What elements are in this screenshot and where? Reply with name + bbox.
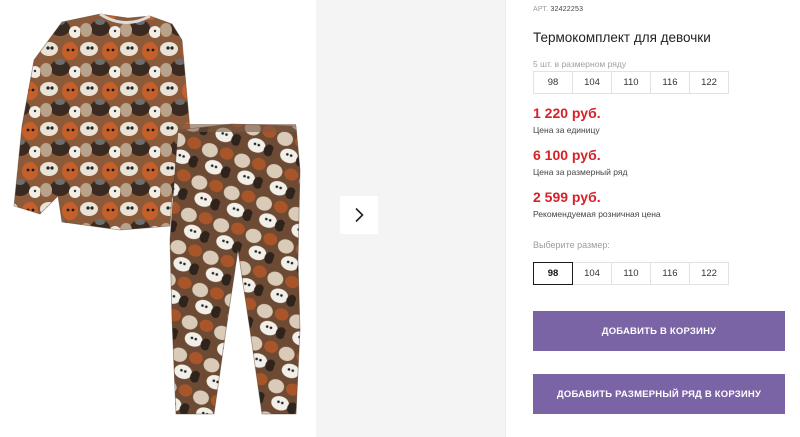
series-price-label: Цена за размерный ряд xyxy=(533,167,628,177)
divider xyxy=(505,0,506,437)
series-size-cell: 104 xyxy=(572,71,612,94)
series-price: 6 100 руб. xyxy=(533,147,601,163)
article-value: 32422253 xyxy=(550,6,584,13)
product-title: Термокомплект для девочки xyxy=(533,30,711,45)
size-option-122[interactable]: 122 xyxy=(689,262,729,285)
add-to-cart-button[interactable]: ДОБАВИТЬ В КОРЗИНУ xyxy=(533,311,785,351)
unit-price: 1 220 руб. xyxy=(533,105,601,121)
product-image xyxy=(13,12,301,415)
article-number: АРТ. 32422253 xyxy=(533,6,583,13)
size-select-label: Выберите размер: xyxy=(533,240,610,250)
unit-price-label: Цена за единицу xyxy=(533,125,600,135)
product-gallery xyxy=(0,0,316,437)
article-label: АРТ. xyxy=(533,6,549,13)
series-size-cell: 122 xyxy=(689,71,729,94)
series-size-cell: 116 xyxy=(650,71,690,94)
size-option-98[interactable]: 98 xyxy=(533,262,573,285)
retail-price: 2 599 руб. xyxy=(533,189,601,205)
size-selector: 98 104 110 116 122 xyxy=(533,262,729,285)
chevron-right-icon xyxy=(355,207,364,223)
retail-price-label: Рекомендуемая розничная цена xyxy=(533,209,661,219)
size-option-116[interactable]: 116 xyxy=(650,262,690,285)
series-size-cell: 98 xyxy=(533,71,573,94)
gallery-next-button[interactable] xyxy=(340,196,378,234)
size-option-104[interactable]: 104 xyxy=(572,262,612,285)
series-size-cell: 110 xyxy=(611,71,651,94)
add-series-to-cart-button[interactable]: ДОБАВИТЬ РАЗМЕРНЫЙ РЯД В КОРЗИНУ xyxy=(533,374,785,414)
series-note: 5 шт. в размерном ряду xyxy=(533,59,627,69)
size-option-110[interactable]: 110 xyxy=(611,262,651,285)
series-size-row: 98 104 110 116 122 xyxy=(533,71,729,94)
